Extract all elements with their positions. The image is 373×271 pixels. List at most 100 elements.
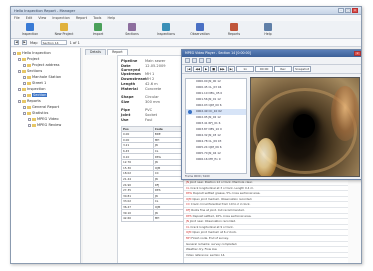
- expand-icon[interactable]: [18, 99, 21, 103]
- folder-icon: [60, 23, 68, 31]
- settings-icon[interactable]: [206, 58, 211, 63]
- toolbar-label: Inspection: [21, 32, 39, 36]
- note-text: Deposit settled, 10% cross sectional are…: [192, 213, 252, 218]
- expand-icon[interactable]: [23, 111, 26, 115]
- observation-list-text: 0002.49 CC_10 02: [196, 109, 222, 113]
- note-text: Open joint medium. Observation recorded.: [192, 196, 253, 201]
- expand-icon[interactable]: [23, 105, 26, 109]
- toolbar-button-import[interactable]: Import: [82, 23, 114, 36]
- toolbar-label: New Project: [54, 32, 74, 36]
- open-icon[interactable]: [185, 58, 190, 63]
- note-text: Roots fine at joint. Cut recommended.: [191, 207, 245, 212]
- back-button[interactable]: ◀: [14, 40, 19, 45]
- expand-icon[interactable]: [23, 75, 26, 79]
- print-icon[interactable]: [199, 58, 204, 63]
- expand-icon[interactable]: [28, 117, 31, 121]
- project-tree: Hello Inspection Project Project address Se…: [11, 48, 81, 263]
- menu-help[interactable]: Help: [107, 16, 115, 20]
- menu-report[interactable]: Report: [76, 16, 87, 20]
- menu-file[interactable]: File: [14, 16, 20, 20]
- playback-control[interactable]: 00:00: [255, 66, 274, 72]
- observation-list-text: 0004.78 CL_09 03: [196, 139, 222, 143]
- expand-icon[interactable]: [18, 57, 21, 61]
- detail-value: 12.05.2009: [145, 64, 166, 68]
- expand-icon[interactable]: [23, 93, 26, 97]
- note-code: DES: [186, 213, 192, 218]
- pipe-tunnel-depth: [293, 114, 315, 138]
- playback-control[interactable]: Snapshot: [293, 66, 312, 72]
- observation-list-row[interactable]: 0006.16 MH_fin 0: [186, 157, 246, 163]
- minimize-button[interactable]: –: [338, 8, 344, 13]
- tree-item[interactable]: MPEG Review: [13, 122, 78, 128]
- toolbar-button-inspections[interactable]: Inspections: [150, 23, 182, 36]
- forward-button[interactable]: ▶: [22, 40, 27, 45]
- toolbar-button-sections[interactable]: Sections: [116, 23, 148, 36]
- tree-item-label: Manhole Station: [32, 75, 62, 79]
- note-code: CC: [186, 202, 190, 207]
- playback-control[interactable]: ▶▶: [218, 66, 227, 72]
- expand-icon[interactable]: [13, 51, 16, 55]
- playback-control[interactable]: |◀: [185, 66, 193, 72]
- tree-item-label: Section: [32, 93, 48, 97]
- pipe-icon: [128, 23, 136, 31]
- video-close-button[interactable]: ×: [354, 51, 361, 56]
- save-icon[interactable]: [192, 58, 197, 63]
- help-icon: [264, 23, 272, 31]
- window-title: Hello Inspection Report - Manager: [14, 8, 76, 13]
- tree-item-label: Project: [27, 57, 40, 61]
- menu-tools[interactable]: Tools: [93, 16, 101, 20]
- eye-icon: [196, 23, 204, 31]
- observation-list: 0000.00 JN_00 12 0000.45 CL_03 04 0001.10 …: [185, 78, 247, 174]
- folder-icon: [32, 117, 36, 121]
- detail-key: Size: [121, 100, 130, 104]
- menu-view[interactable]: View: [38, 16, 46, 20]
- pipe-video-frame[interactable]: [250, 77, 360, 177]
- table-cell: 42.60: [121, 214, 154, 222]
- toolbar-button-reports[interactable]: Reports: [218, 23, 250, 36]
- note-code: MH: [186, 235, 191, 240]
- toolbar: Inspection New Project Import Sections Inspe…: [11, 21, 361, 39]
- folder-icon: [27, 105, 31, 109]
- toolbar-button-new-project[interactable]: New Project: [48, 23, 80, 36]
- note-row[interactable]: Video reference: section 14.: [184, 253, 348, 259]
- maximize-button[interactable]: □: [345, 8, 351, 13]
- navigation-bar: ◀ ▶ Map Section 14 1 of 1: [11, 39, 361, 47]
- close-button[interactable]: ×: [352, 8, 358, 13]
- toolbar-label: Reports: [227, 32, 241, 36]
- playback-control[interactable]: ▶: [202, 66, 210, 72]
- menu-edit[interactable]: Edit: [26, 16, 33, 20]
- note-text: Video reference: section 14.: [186, 252, 226, 257]
- toolbar-button-help[interactable]: Help: [252, 23, 284, 36]
- expand-icon[interactable]: [23, 81, 26, 85]
- expand-icon[interactable]: [18, 69, 21, 73]
- folder-icon: [22, 87, 26, 91]
- playback-control[interactable]: ▶|: [227, 66, 236, 72]
- note-text: Crack longitudinal at 3 o'clock. Length …: [190, 185, 254, 190]
- expand-icon[interactable]: [18, 87, 21, 91]
- menu-inspection[interactable]: Inspection: [52, 16, 70, 20]
- note-text: Joint near. Position 12 o'clock. Manhole…: [189, 180, 253, 184]
- observation-list-text: 0004.32 JN_03 12: [196, 133, 221, 137]
- camera-light-glare: [255, 138, 277, 176]
- detail-value: Foul: [145, 118, 153, 122]
- document-icon: [230, 23, 238, 31]
- folder-icon: [27, 81, 31, 85]
- section-field[interactable]: Section 14: [40, 40, 67, 45]
- tree-item-label: MPEG Video: [37, 117, 59, 121]
- playback-control[interactable]: ■: [210, 66, 218, 72]
- playback-control[interactable]: 1x: [236, 66, 255, 72]
- table-cell: MH: [152, 214, 186, 222]
- toolbar-button-observation[interactable]: Observation: [184, 23, 216, 36]
- camera-icon: [162, 23, 170, 31]
- note-code: JN: [186, 219, 189, 224]
- playback-control[interactable]: ◀◀: [193, 66, 202, 72]
- toolbar-label: Inspections: [156, 32, 176, 36]
- tree-item-label: Sections: [27, 69, 43, 73]
- toolbar-label: Import: [92, 32, 104, 36]
- playback-control[interactable]: Rec: [274, 66, 293, 72]
- expand-icon[interactable]: [28, 123, 31, 127]
- toolbar-button-inspection[interactable]: Inspection: [14, 23, 46, 36]
- tab-details[interactable]: Details: [85, 49, 107, 55]
- expand-icon[interactable]: [23, 63, 26, 67]
- observation-list-text: 0003.87 DES_10 0: [196, 127, 222, 131]
